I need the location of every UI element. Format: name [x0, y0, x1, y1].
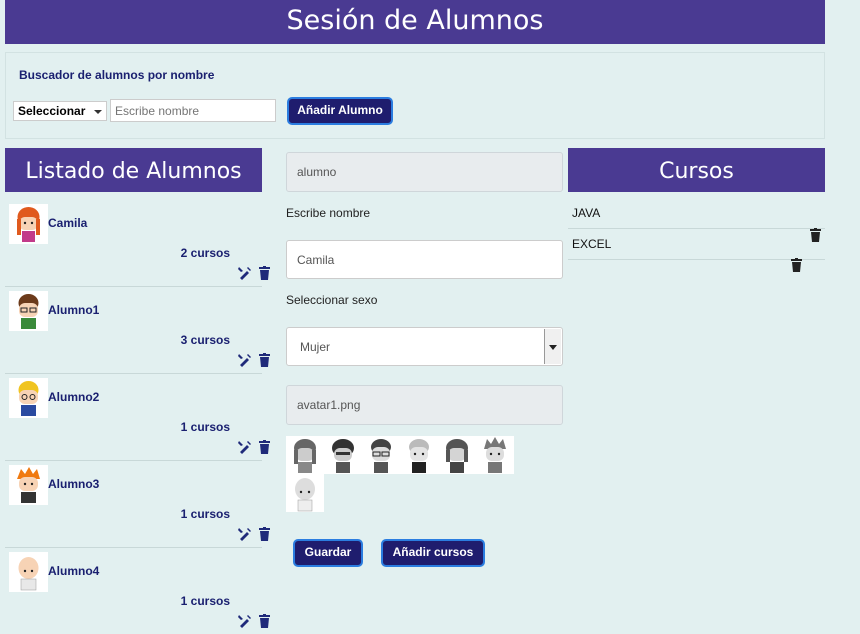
student-name: Alumno1	[48, 303, 100, 317]
type-field: alumno	[286, 152, 563, 192]
student-name: Alumno3	[48, 477, 100, 491]
avatar-option[interactable]	[476, 436, 514, 474]
page-title: Sesión de Alumnos	[5, 0, 825, 44]
course-name: EXCEL	[572, 237, 612, 251]
add-courses-button[interactable]: Añadir cursos	[381, 539, 485, 567]
avatar-option[interactable]	[400, 436, 438, 474]
avatar	[9, 465, 48, 505]
student-list-title: Listado de Alumnos	[5, 148, 262, 192]
avatar-option[interactable]	[438, 436, 476, 474]
list-item: EXCEL	[568, 229, 825, 260]
list-item[interactable]: Camila 2 cursos	[5, 200, 270, 287]
trash-icon[interactable]	[259, 440, 270, 454]
sex-label: Seleccionar sexo	[286, 293, 378, 307]
add-student-button[interactable]: Añadir Alumno	[287, 97, 393, 125]
avatar-option[interactable]	[286, 436, 324, 474]
select-arrow[interactable]	[544, 329, 561, 364]
edit-icon[interactable]	[238, 266, 252, 280]
save-button[interactable]: Guardar	[293, 539, 363, 567]
student-name: Alumno4	[48, 564, 100, 578]
course-count: 1 cursos	[180, 594, 230, 608]
trash-icon[interactable]	[259, 527, 270, 541]
list-item[interactable]: Alumno1 3 cursos	[5, 287, 270, 374]
edit-icon[interactable]	[238, 353, 252, 367]
avatar-field: avatar1.png	[286, 385, 563, 425]
sex-select[interactable]: Mujer	[286, 327, 563, 366]
course-name: JAVA	[572, 206, 601, 220]
name-field[interactable]: Camila	[286, 240, 563, 279]
student-name: Camila	[48, 216, 88, 230]
course-count: 3 cursos	[180, 333, 230, 347]
avatar-option[interactable]	[324, 436, 362, 474]
gender-filter-select[interactable]: Seleccionar	[13, 101, 107, 121]
avatar-option[interactable]	[362, 436, 400, 474]
avatar	[9, 552, 48, 592]
name-label: Escribe nombre	[286, 206, 371, 220]
avatar	[9, 291, 48, 331]
chevron-down-icon	[549, 345, 557, 350]
courses-title: Cursos	[568, 148, 825, 192]
trash-icon[interactable]	[259, 266, 270, 280]
search-panel: Buscador de alumnos por nombre Seleccion…	[5, 52, 825, 139]
avatar-option[interactable]	[286, 474, 324, 512]
student-list: Camila 2 cursos Alumno1 3 cursos Alumno2…	[5, 200, 270, 634]
course-list: JAVA EXCEL	[568, 198, 825, 260]
gender-filter-value: Seleccionar	[18, 104, 86, 118]
student-name: Alumno2	[48, 390, 100, 404]
list-item[interactable]: Alumno3 1 cursos	[5, 461, 270, 548]
avatar	[9, 204, 48, 244]
edit-icon[interactable]	[238, 440, 252, 454]
course-count: 2 cursos	[180, 246, 230, 260]
course-count: 1 cursos	[180, 420, 230, 434]
trash-icon[interactable]	[259, 353, 270, 367]
chevron-down-icon	[94, 110, 102, 114]
edit-icon[interactable]	[238, 527, 252, 541]
edit-icon[interactable]	[238, 614, 252, 628]
list-item[interactable]: Alumno4 1 cursos	[5, 548, 270, 634]
course-count: 1 cursos	[180, 507, 230, 521]
list-item[interactable]: Alumno2 1 cursos	[5, 374, 270, 461]
trash-icon[interactable]	[791, 258, 802, 272]
search-name-input[interactable]	[110, 99, 276, 122]
trash-icon[interactable]	[810, 228, 821, 242]
avatar	[9, 378, 48, 418]
list-item: JAVA	[568, 198, 825, 229]
trash-icon[interactable]	[259, 614, 270, 628]
search-title: Buscador de alumnos por nombre	[19, 68, 215, 82]
sex-select-value: Mujer	[300, 340, 331, 354]
